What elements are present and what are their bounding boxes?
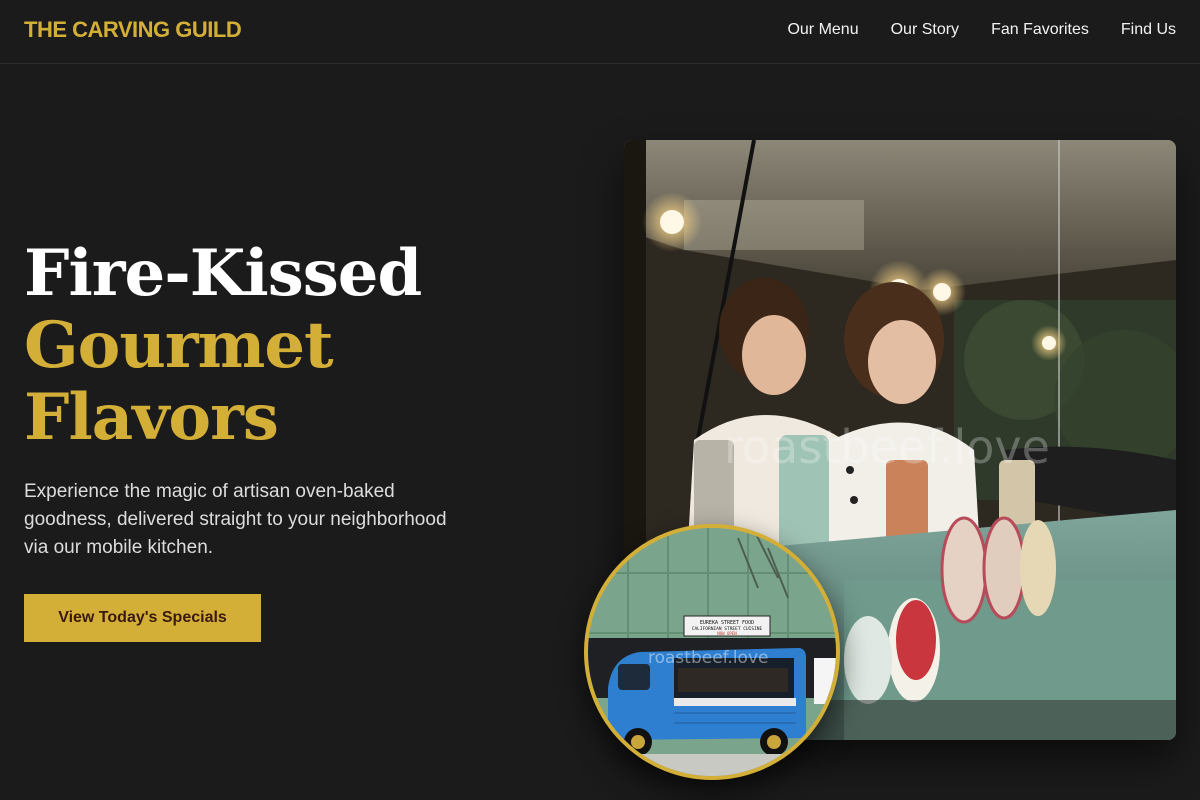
hero-title: Fire-Kissed Gourmet Flavors — [24, 236, 422, 455]
truck-sign-line-1: EUREKA STREET FOOD — [700, 620, 754, 626]
nav-link-our-story[interactable]: Our Story — [891, 21, 959, 39]
site-header: THE CARVING GUILD Our Menu Our Story Fan… — [0, 0, 1200, 64]
hero-title-line-3: Flavors — [24, 380, 279, 455]
inset-photo-blue-food-truck: EUREKA STREET FOOD CALIFORNIAN STREET CU… — [584, 524, 840, 780]
hero-title-line-2: Gourmet — [24, 308, 334, 383]
nav-link-our-menu[interactable]: Our Menu — [787, 21, 858, 39]
hero-description: Experience the magic of artisan oven-bak… — [24, 481, 447, 558]
view-specials-button[interactable]: View Today's Specials — [24, 594, 261, 642]
hero-title-line-1: Fire-Kissed — [24, 236, 422, 311]
brand-logo[interactable]: THE CARVING GUILD — [24, 17, 242, 43]
nav-link-fan-favorites[interactable]: Fan Favorites — [991, 21, 1089, 39]
blue-food-truck-illustration: EUREKA STREET FOOD CALIFORNIAN STREET CU… — [588, 528, 836, 776]
truck-sign-line-3: NOW OPEN — [717, 631, 737, 636]
nav-link-find-us[interactable]: Find Us — [1121, 21, 1176, 39]
main-nav: Our Menu Our Story Fan Favorites Find Us — [787, 21, 1176, 39]
